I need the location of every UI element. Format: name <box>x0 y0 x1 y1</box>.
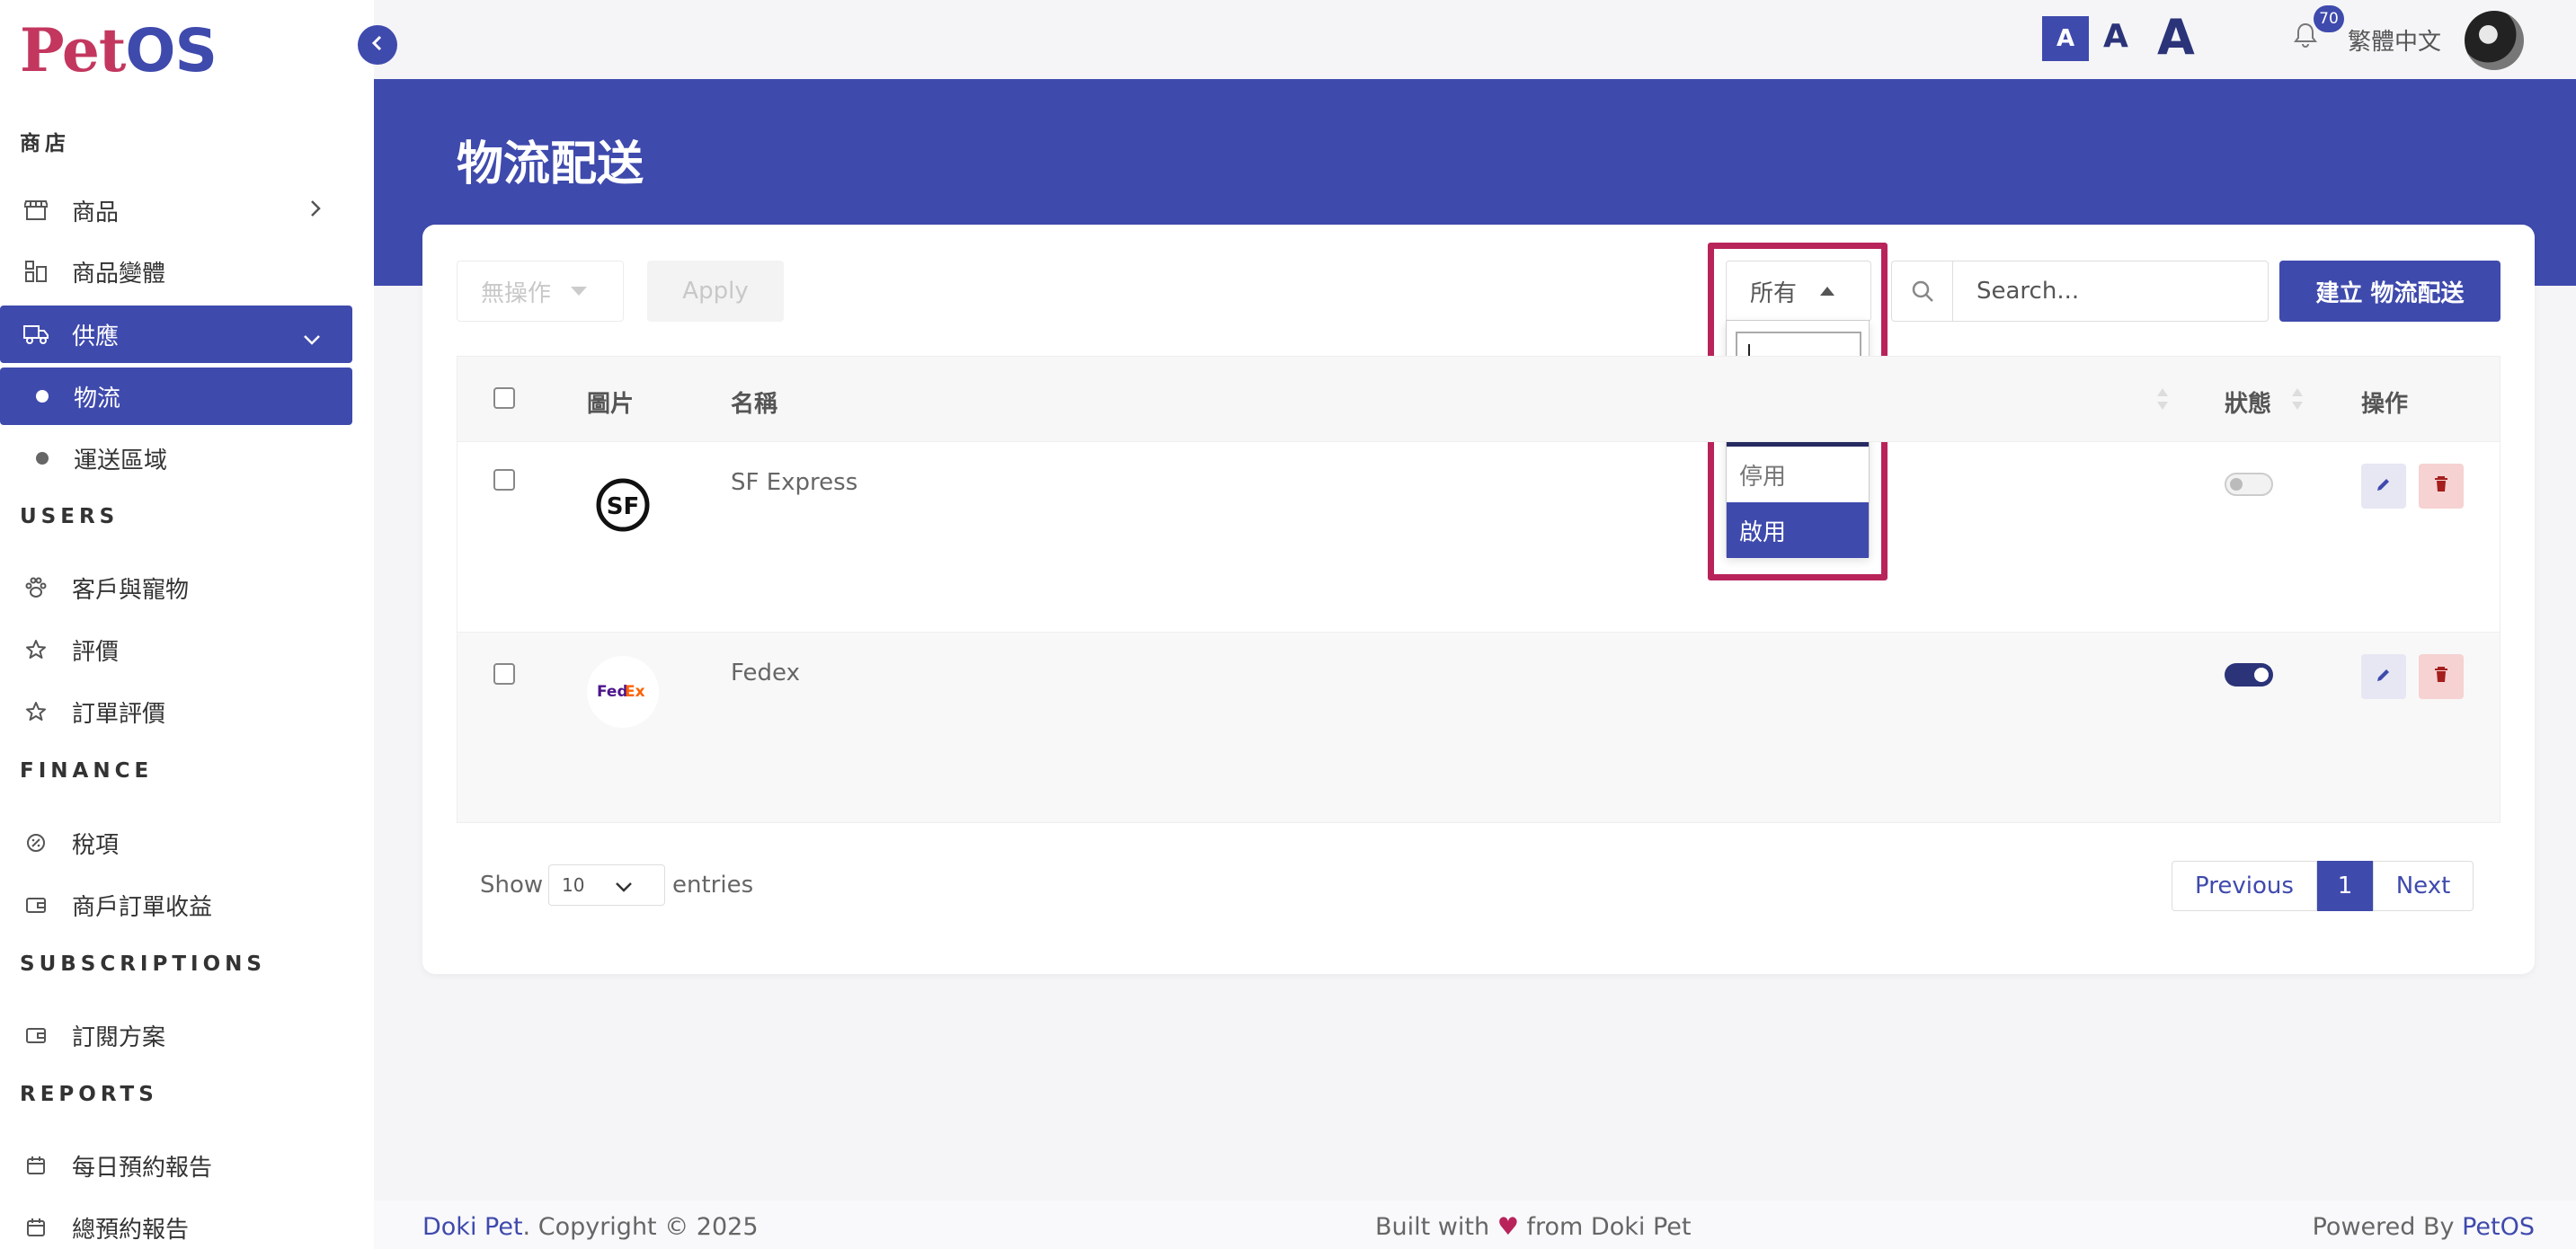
calendar-icon <box>22 1151 50 1180</box>
avatar[interactable] <box>2465 11 2524 70</box>
entries-label: entries <box>672 872 754 899</box>
sidebar-item-order-reviews[interactable]: 訂單評價 <box>0 683 352 740</box>
cell-name: SF Express <box>731 469 858 496</box>
chevron-down-icon <box>614 876 634 898</box>
sidebar-item-tax[interactable]: 稅項 <box>0 814 352 872</box>
row-checkbox[interactable] <box>493 663 515 685</box>
bullet-icon <box>36 452 49 465</box>
delete-button[interactable] <box>2419 464 2464 509</box>
edit-button[interactable] <box>2361 654 2406 699</box>
chevron-down-icon <box>302 325 322 352</box>
svg-text:Ex: Ex <box>625 683 645 701</box>
truck-icon <box>22 320 50 349</box>
star-icon <box>22 697 50 726</box>
status-toggle[interactable] <box>2225 473 2273 496</box>
paw-icon <box>22 573 50 602</box>
calendar-icon <box>22 1213 50 1242</box>
font-size-medium-button[interactable]: A <box>2103 18 2128 55</box>
bulk-action-select[interactable]: 無操作 <box>457 261 624 322</box>
sort-icon[interactable] <box>2291 385 2304 416</box>
column-header-name[interactable]: 名稱 <box>731 385 777 419</box>
section-title-finance: FINANCE <box>20 759 154 783</box>
sort-icon[interactable] <box>2156 385 2169 416</box>
section-title-users: USERS <box>20 505 120 528</box>
language-selector[interactable]: 繁體中文 <box>2348 23 2441 57</box>
sidebar-item-reviews[interactable]: 評價 <box>0 621 352 678</box>
page-footer: Doki Pet. Copyright © 2025 Built with ♥ … <box>374 1200 2576 1249</box>
wallet-icon <box>22 1021 50 1050</box>
caret-down-icon <box>571 287 588 296</box>
footer-petos-link[interactable]: PetOS <box>2462 1213 2535 1241</box>
page-button-1[interactable]: 1 <box>2317 861 2373 911</box>
trash-icon <box>2433 666 2449 687</box>
variant-icon <box>22 257 50 286</box>
delete-button[interactable] <box>2419 654 2464 699</box>
cell-name: Fedex <box>731 660 800 687</box>
tax-icon <box>22 828 50 857</box>
font-size-small-button[interactable]: A <box>2042 16 2089 61</box>
sidebar-item-total-booking-report[interactable]: 總預約報告 <box>0 1199 352 1249</box>
sf-express-logo: SF <box>587 469 659 541</box>
page-title: 物流配送 <box>457 137 644 191</box>
page-length-select[interactable]: 10 <box>548 864 665 906</box>
edit-button[interactable] <box>2361 464 2406 509</box>
search-icon <box>1891 261 1952 322</box>
sidebar-item-customers-pets[interactable]: 客戶與寵物 <box>0 559 352 616</box>
chevron-left-icon <box>370 34 385 56</box>
store-icon <box>22 196 50 225</box>
font-size-large-button[interactable]: A <box>2157 9 2195 66</box>
pagination: Previous 1 Next <box>2172 861 2474 911</box>
bullet-icon <box>36 390 49 403</box>
trash-icon <box>2433 475 2449 497</box>
select-all-checkbox[interactable] <box>493 387 515 409</box>
next-page-button[interactable]: Next <box>2373 861 2474 911</box>
search-input[interactable] <box>1952 261 2269 322</box>
sidebar-item-subscription-plans[interactable]: 訂閱方案 <box>0 1006 352 1064</box>
footer-built-with: Built with ♥ from Doki Pet <box>1375 1213 1692 1241</box>
row-checkbox[interactable] <box>493 469 515 491</box>
status-toggle[interactable] <box>2225 663 2273 687</box>
shipping-table: 圖片 名稱 狀態 操作 SF SF Express Fed Ex Fedex <box>457 356 2500 823</box>
app-logo[interactable]: PetOS <box>20 16 218 85</box>
sidebar-item-supply[interactable]: 供應 <box>0 306 352 363</box>
sidebar: PetOS 商店 商品 商品變體 供應 物流 運送區域 USERS 客戶與寵物 … <box>0 0 374 1249</box>
create-shipping-button[interactable]: 建立 物流配送 <box>2279 261 2500 322</box>
column-header-status[interactable]: 狀態 <box>2225 385 2271 419</box>
svg-text:Fed: Fed <box>597 683 628 701</box>
notification-badge: 70 <box>2314 5 2344 32</box>
table-row: SF SF Express <box>457 441 2500 632</box>
sidebar-collapse-button[interactable] <box>358 25 397 65</box>
bell-icon[interactable] <box>2294 22 2317 52</box>
sidebar-subitem-shipping-zones[interactable]: 運送區域 <box>0 430 352 487</box>
footer-brand-link[interactable]: Doki Pet <box>422 1213 523 1241</box>
sidebar-item-daily-booking-report[interactable]: 每日預約報告 <box>0 1137 352 1194</box>
status-filter-select[interactable]: 所有 <box>1726 261 1871 322</box>
section-title-shop: 商店 <box>20 132 70 155</box>
sidebar-item-product-variants[interactable]: 商品變體 <box>0 243 352 300</box>
wallet-icon <box>22 890 50 919</box>
star-icon <box>22 635 50 664</box>
caret-up-icon <box>1820 287 1835 296</box>
sidebar-subitem-logistics[interactable]: 物流 <box>0 368 352 425</box>
section-title-subscriptions: SUBSCRIPTIONS <box>20 952 266 976</box>
previous-page-button[interactable]: Previous <box>2172 861 2317 911</box>
pencil-icon <box>2375 666 2393 687</box>
column-header-image: 圖片 <box>587 391 635 418</box>
table-row: Fed Ex Fedex <box>457 632 2500 822</box>
footer-powered-by: Powered By PetOS <box>2312 1213 2535 1241</box>
table-header: 圖片 名稱 狀態 操作 <box>457 357 2500 441</box>
sidebar-item-merchant-revenue[interactable]: 商戶訂單收益 <box>0 876 352 934</box>
section-title-reports: REPORTS <box>20 1083 158 1106</box>
footer-copyright: Doki Pet. Copyright © 2025 <box>422 1213 759 1241</box>
apply-button[interactable]: Apply <box>647 261 784 322</box>
sidebar-item-products[interactable]: 商品 <box>0 182 352 239</box>
show-label: Show <box>480 872 544 899</box>
svg-text:SF: SF <box>607 493 640 520</box>
column-header-actions: 操作 <box>2361 391 2409 418</box>
fedex-logo: Fed Ex <box>587 656 659 728</box>
chevron-right-icon <box>309 198 322 226</box>
heart-icon: ♥ <box>1497 1213 1519 1241</box>
pencil-icon <box>2375 475 2393 497</box>
